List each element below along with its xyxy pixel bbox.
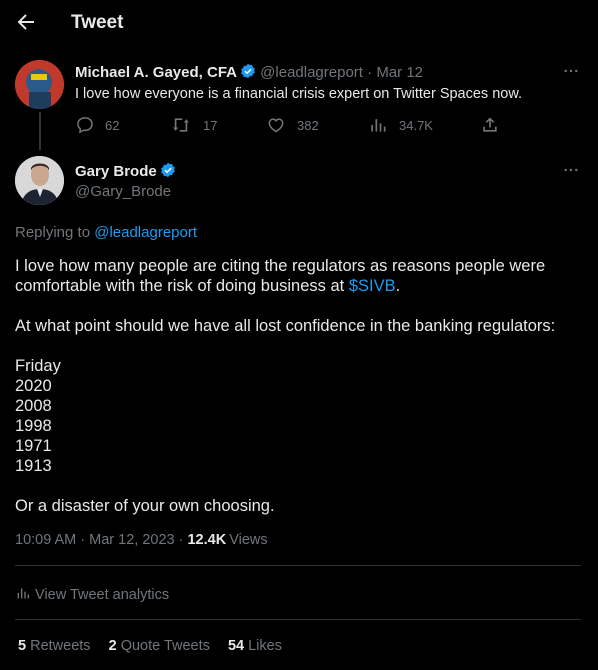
tweet-closing: Or a disaster of your own choosing. (15, 497, 275, 515)
parent-author-handle[interactable]: @leadlagreport (260, 64, 363, 81)
share-icon[interactable] (480, 115, 500, 135)
tweet-meta: 10:09 AM · Mar 12, 2023 · 12.4K Views (15, 532, 268, 548)
verified-badge-icon (160, 162, 175, 178)
quotes-count: 2 (108, 638, 117, 654)
back-arrow-icon[interactable] (14, 10, 38, 34)
divider (15, 565, 581, 566)
replying-label: Replying to (15, 224, 91, 241)
views-label: Views (229, 532, 268, 548)
year-item: 2008 (15, 397, 52, 415)
parent-author-name[interactable]: Michael A. Gayed, CFA (75, 64, 237, 81)
replying-handle-link[interactable]: @leadlagreport (94, 224, 197, 241)
quotes-label: Quote Tweets (120, 638, 210, 654)
year-item: 1998 (15, 417, 52, 435)
reply-count: 62 (105, 118, 120, 133)
author-handle[interactable]: @Gary_Brode (75, 183, 171, 200)
author-avatar[interactable] (15, 156, 64, 205)
page-title: Tweet (71, 12, 124, 33)
cashtag-link[interactable]: $SIVB (349, 277, 396, 295)
author-name[interactable]: Gary Brode (75, 163, 157, 180)
year-item: 1913 (15, 457, 52, 475)
view-analytics-link[interactable]: View Tweet analytics (15, 585, 169, 603)
retweet-icon[interactable] (171, 115, 191, 135)
engagement-stats: 5 Retweets 2 Quote Tweets 54 Likes (18, 638, 282, 654)
parent-action-bar: 62 17 382 34.7K (75, 115, 515, 135)
tweet-body-line2-text: comfortable with the risk of doing busin… (15, 277, 345, 295)
parent-tweet-date[interactable]: Mar 12 (376, 64, 423, 81)
likes-stat[interactable]: 54 Likes (228, 638, 282, 654)
reply-icon[interactable] (75, 115, 95, 135)
replying-to: Replying to @leadlagreport (15, 224, 197, 241)
views-icon[interactable] (368, 115, 388, 135)
tweet-timestamp[interactable]: 10:09 AM · Mar 12, 2023 · (15, 532, 183, 548)
thread-connector (39, 112, 41, 150)
parent-author-line: Michael A. Gayed, CFA @leadlagreport · M… (75, 63, 423, 81)
views-total: 12.4K (187, 532, 227, 548)
views-count: 34.7K (399, 118, 433, 133)
year-item: 1971 (15, 437, 52, 455)
retweets-stat[interactable]: 5 Retweets (18, 638, 91, 654)
author-name-line: Gary Brode (75, 162, 176, 181)
tweet-question: At what point should we have all lost co… (15, 317, 556, 335)
quote-tweets-stat[interactable]: 2 Quote Tweets (109, 638, 210, 654)
tweet-body-line2-end: . (395, 277, 401, 295)
divider (15, 619, 581, 620)
tweet-body-line2: comfortable with the risk of doing busin… (15, 276, 400, 296)
analytics-label: View Tweet analytics (35, 587, 170, 603)
more-options-icon[interactable] (562, 62, 580, 80)
like-icon[interactable] (266, 115, 286, 135)
more-options-icon[interactable] (562, 161, 580, 179)
like-count: 382 (297, 118, 319, 133)
retweets-label: Retweets (30, 638, 91, 654)
likes-count: 54 (227, 638, 245, 654)
retweets-count: 5 (18, 638, 27, 654)
likes-label: Likes (248, 638, 282, 654)
parent-tweet-text: I love how everyone is a financial crisi… (75, 86, 523, 102)
parent-author-avatar[interactable] (15, 60, 64, 109)
year-item: Friday (15, 357, 61, 375)
analytics-icon (17, 588, 29, 599)
retweet-count: 17 (203, 118, 218, 133)
year-item: 2020 (15, 377, 52, 395)
verified-badge-icon (241, 63, 255, 79)
tweet-body-line1: I love how many people are citing the re… (15, 257, 546, 275)
